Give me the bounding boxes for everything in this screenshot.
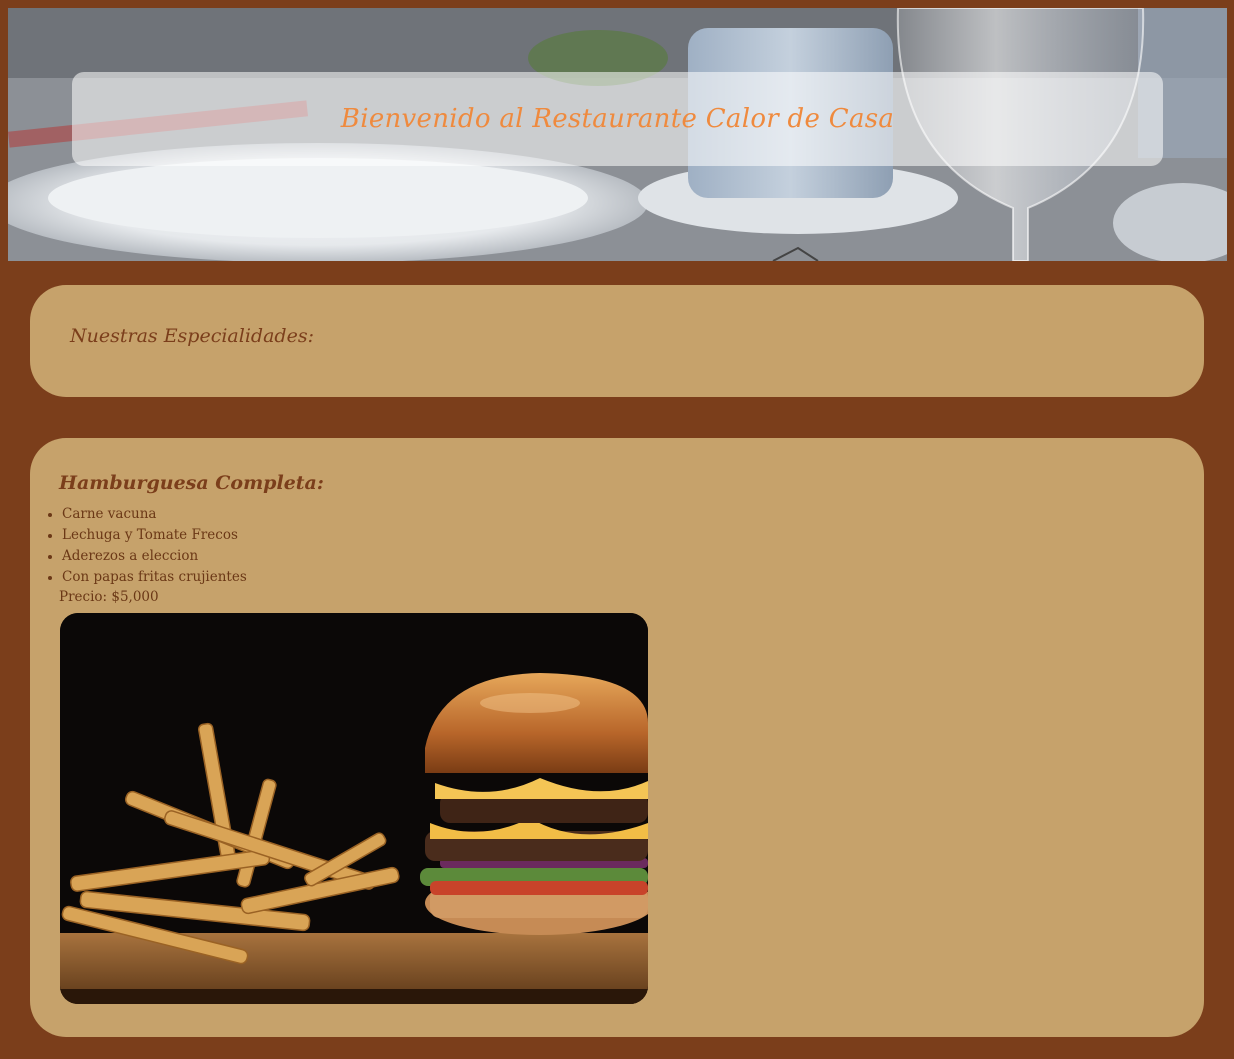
specialties-heading: Nuestras Especialidades: [70,325,314,347]
list-item: Con papas fritas crujientes [48,567,247,588]
hero-banner: Bienvenido al Restaurante Calor de Casa [8,8,1227,261]
list-item: Lechuga y Tomate Frecos [48,525,247,546]
dish-name: Hamburguesa Completa: [59,472,324,494]
dish-price: Precio: $5,000 [59,589,159,605]
list-item: Aderezos a eleccion [48,546,247,567]
specialties-section: Nuestras Especialidades: [30,285,1204,397]
page-title: Bienvenido al Restaurante Calor de Casa [340,104,895,134]
hero-title-panel: Bienvenido al Restaurante Calor de Casa [72,72,1163,166]
ingredient-list: Carne vacuna Lechuga y Tomate Frecos Ade… [48,504,247,588]
dish-card: Hamburguesa Completa: Carne vacuna Lechu… [30,438,1204,1037]
list-item: Carne vacuna [48,504,247,525]
burger-illustration [60,613,648,1004]
burger-and-fries-photo [60,613,648,1004]
